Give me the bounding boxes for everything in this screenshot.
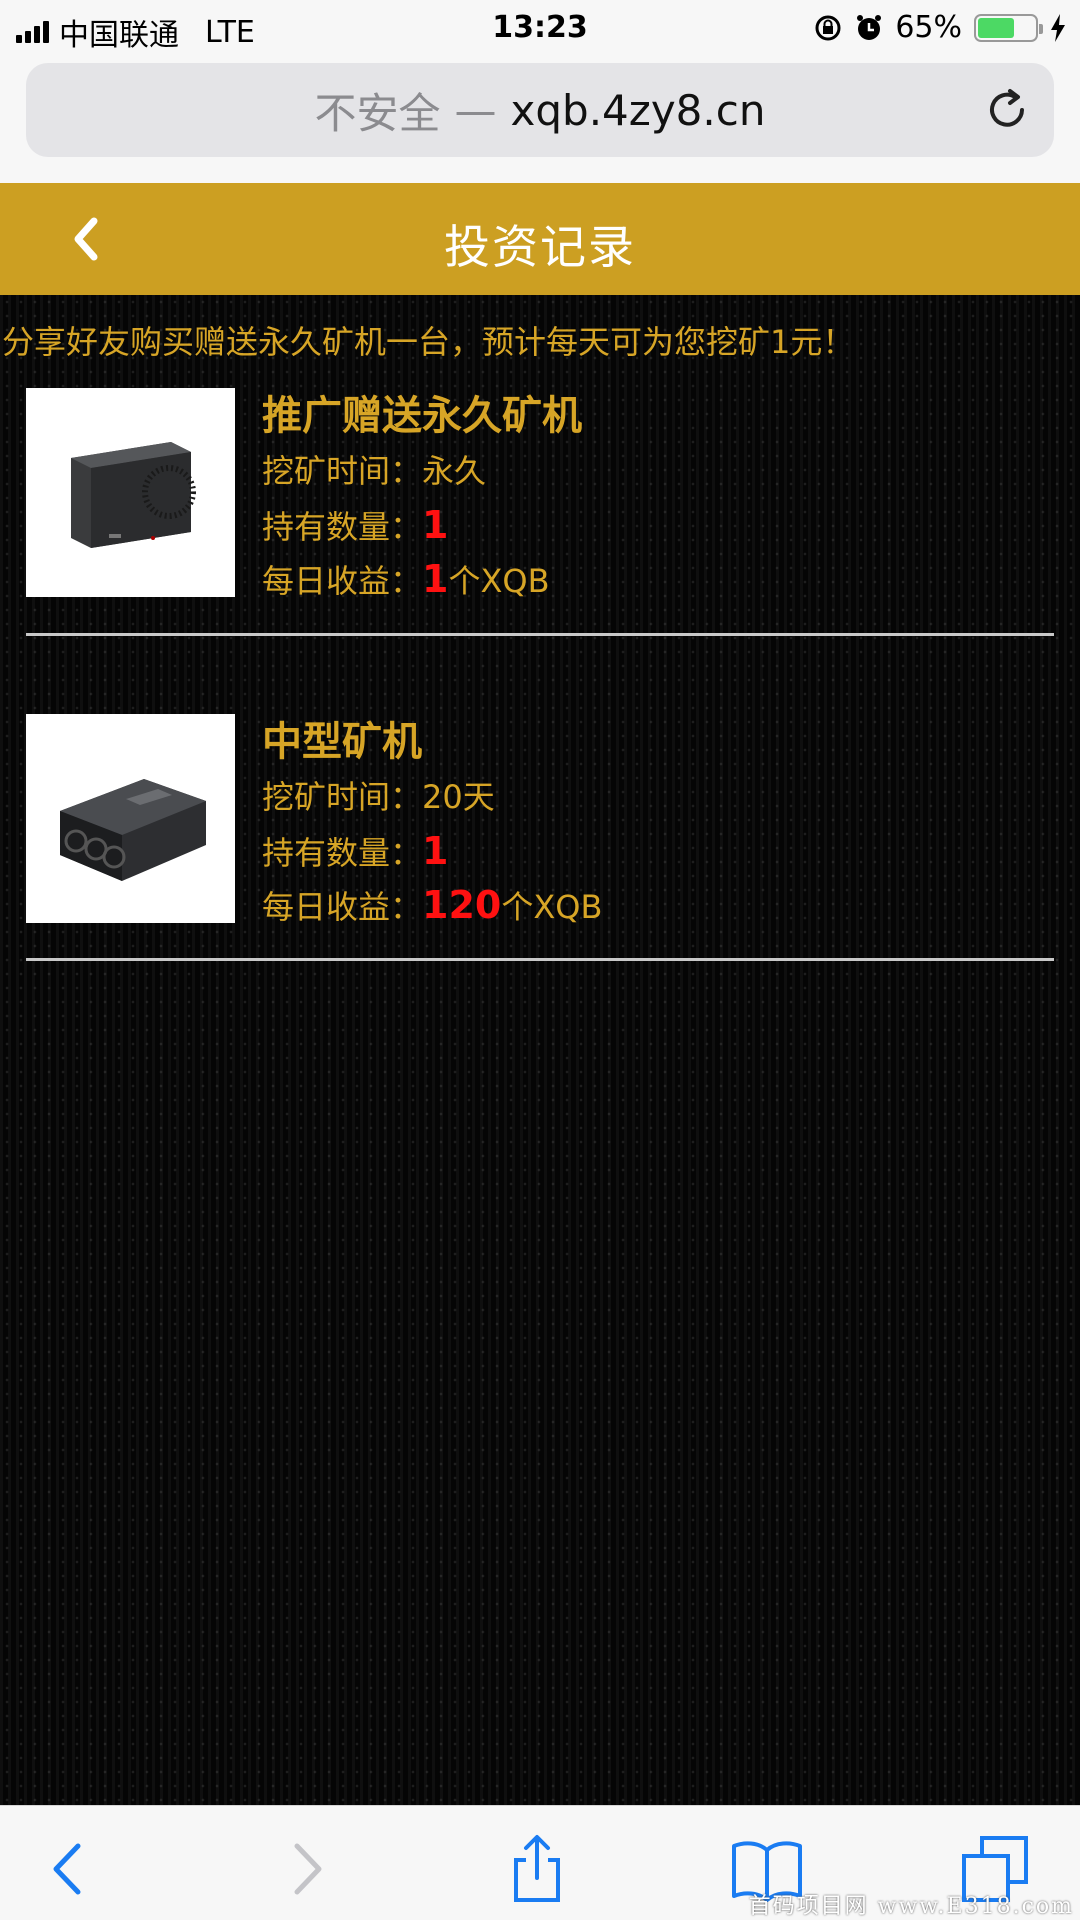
miner-image — [26, 388, 235, 597]
duration-row: 挖矿时间：20天 — [262, 770, 602, 824]
address-bar[interactable]: 不安全 — xqb.4zy8.cn — [26, 63, 1054, 157]
rotation-lock-icon — [815, 15, 841, 40]
duration-row: 挖矿时间：永久 — [262, 444, 582, 498]
quantity-row: 持有数量：1 — [262, 824, 602, 878]
back-icon[interactable] — [34, 1834, 104, 1904]
address-area: 不安全 — xqb.4zy8.cn — [0, 55, 1080, 183]
income-label: 每日收益： — [262, 888, 423, 926]
record-item[interactable]: 推广赠送永久矿机 挖矿时间：永久 持有数量：1 每日收益：1个XQB — [26, 388, 1054, 601]
record-title: 中型矿机 — [262, 719, 422, 765]
income-row: 每日收益：120个XQB — [262, 878, 602, 932]
duration-label: 挖矿时间： — [262, 452, 423, 490]
record-info: 推广赠送永久矿机 挖矿时间：永久 持有数量：1 每日收益：1个XQB — [262, 388, 582, 606]
battery-fill — [978, 17, 1015, 38]
battery-icon — [974, 13, 1043, 42]
watermark: 首码项目网 www.E318.com — [748, 1894, 1074, 1919]
income-value: 120 — [422, 883, 502, 927]
income-row: 每日收益：1个XQB — [262, 552, 582, 606]
share-icon[interactable] — [502, 1834, 572, 1904]
record-info: 中型矿机 挖矿时间：20天 持有数量：1 每日收益：120个XQB — [262, 714, 602, 932]
address-dash: — — [454, 85, 497, 135]
duration-label: 挖矿时间： — [262, 778, 423, 816]
reload-icon[interactable] — [982, 85, 1032, 135]
alarm-icon — [857, 14, 882, 40]
duration-value: 20天 — [422, 778, 495, 816]
divider — [26, 958, 1054, 961]
divider — [26, 633, 1054, 636]
status-right: 65% — [813, 10, 1066, 45]
quantity-label: 持有数量： — [262, 834, 423, 872]
quantity-label: 持有数量： — [262, 508, 423, 546]
quantity-value: 1 — [422, 829, 449, 873]
status-bar: 中国联通 LTE 13:23 65% — [0, 0, 1080, 55]
miner-image-graphic — [59, 778, 206, 881]
record-item[interactable]: 中型矿机 挖矿时间：20天 持有数量：1 每日收益：120个XQB — [26, 714, 1054, 927]
quantity-row: 持有数量：1 — [262, 498, 582, 552]
address-domain: xqb.4zy8.cn — [510, 85, 766, 135]
charging-icon — [1051, 13, 1065, 42]
income-unit: 个XQB — [448, 562, 550, 600]
income-unit: 个XQB — [501, 888, 603, 926]
page-header: 投资记录 — [0, 183, 1080, 295]
income-value: 1 — [422, 557, 449, 601]
promo-notice: 分享好友购买赠送永久矿机一台，预计每天可为您挖矿1元！ — [2, 323, 855, 361]
browser-toolbar: 首码项目网 www.E318.com — [0, 1805, 1080, 1920]
page-title: 投资记录 — [444, 220, 636, 274]
quantity-value: 1 — [422, 503, 449, 547]
duration-value: 永久 — [422, 452, 487, 490]
record-title: 推广赠送永久矿机 — [262, 393, 582, 439]
forward-icon[interactable] — [271, 1834, 341, 1904]
insecure-label: 不安全 — [314, 88, 441, 138]
records-content: 分享好友购买赠送永久矿机一台，预计每天可为您挖矿1元！ 推广赠送永久矿机 挖矿时… — [0, 295, 1080, 1805]
miner-image — [26, 714, 235, 923]
battery-percent: 65% — [895, 10, 962, 45]
miner-image-graphic — [70, 441, 196, 548]
income-label: 每日收益： — [262, 562, 423, 600]
